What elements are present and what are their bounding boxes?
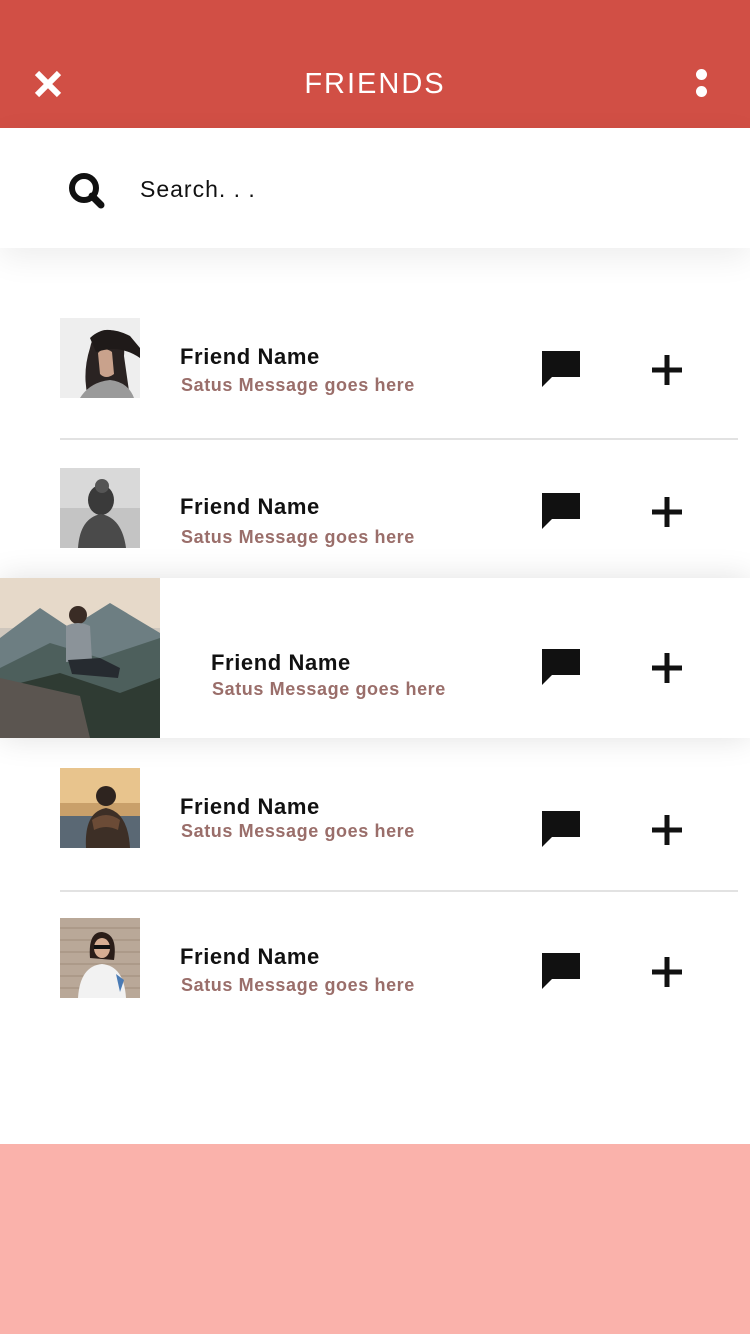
friend-row-selected[interactable]: Friend Name Satus Message goes here [0, 578, 750, 738]
friend-name: Friend Name [211, 650, 351, 675]
more-vertical-icon [696, 69, 707, 80]
friend-name: Friend Name [180, 944, 320, 969]
friend-row[interactable]: Friend Name Satus Message goes here [0, 300, 750, 438]
friend-row[interactable]: Friend Name Satus Message goes here [0, 450, 750, 578]
footer-panel [0, 1144, 750, 1334]
search-icon[interactable] [66, 170, 106, 210]
row-divider [60, 890, 738, 892]
friend-status: Satus Message goes here [181, 975, 415, 995]
add-friend-button[interactable] [650, 955, 684, 989]
plus-icon [652, 497, 682, 527]
friend-row[interactable]: Friend Name Satus Message goes here [0, 900, 750, 1030]
chat-bubble-icon [542, 493, 580, 529]
add-friend-button[interactable] [650, 651, 684, 685]
friend-avatar [60, 918, 140, 998]
friend-status: Satus Message goes here [181, 375, 415, 395]
chat-bubble-icon [542, 953, 580, 989]
add-friend-button[interactable] [650, 813, 684, 847]
chat-button[interactable] [542, 351, 580, 389]
row-divider [60, 438, 738, 440]
plus-icon [652, 815, 682, 845]
friend-name: Friend Name [180, 794, 320, 819]
friend-name: Friend Name [180, 344, 320, 369]
friend-avatar [0, 578, 160, 738]
search-input[interactable] [140, 169, 660, 209]
friend-status: Satus Message goes here [181, 527, 415, 547]
chat-bubble-icon [542, 811, 580, 847]
add-friend-button[interactable] [650, 495, 684, 529]
chat-bubble-icon [542, 649, 580, 685]
app-header: FRIENDS [0, 0, 750, 128]
more-options-button[interactable] [686, 64, 716, 104]
chat-button[interactable] [542, 811, 580, 849]
plus-icon [652, 355, 682, 385]
friend-avatar [60, 318, 140, 398]
friend-row[interactable]: Friend Name Satus Message goes here [0, 750, 750, 890]
chat-button[interactable] [542, 953, 580, 991]
friend-name: Friend Name [180, 494, 320, 519]
more-vertical-icon-dot [696, 86, 707, 97]
friend-status: Satus Message goes here [212, 679, 446, 699]
page-title: FRIENDS [304, 68, 446, 100]
plus-icon [652, 653, 682, 683]
chat-bubble-icon [542, 351, 580, 387]
chat-button[interactable] [542, 649, 580, 687]
plus-icon [652, 957, 682, 987]
friend-status: Satus Message goes here [181, 821, 415, 841]
add-friend-button[interactable] [650, 353, 684, 387]
chat-button[interactable] [542, 493, 580, 531]
friend-avatar [60, 768, 140, 848]
friend-avatar [60, 468, 140, 548]
